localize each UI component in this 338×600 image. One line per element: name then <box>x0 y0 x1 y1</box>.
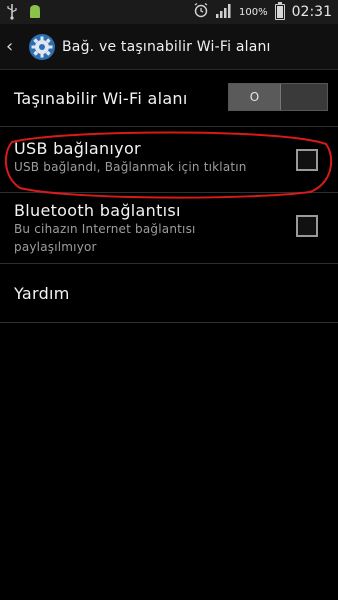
back-chevron-icon[interactable]: ‹ <box>6 37 26 56</box>
hotspot-toggle[interactable]: O <box>228 83 328 111</box>
usb-tethering-summary: USB bağlandı, Bağlanmak için tıklatın <box>14 160 247 174</box>
page-title: Bağ. ve taşınabilir Wi-Fi alanı <box>62 38 271 55</box>
clock-time: 02:31 <box>291 4 332 20</box>
alarm-icon <box>193 2 209 22</box>
usb-tethering-row[interactable]: USB bağlanıyor USB bağlandı, Bağlanmak i… <box>0 127 338 192</box>
help-row[interactable]: Yardım <box>0 264 338 322</box>
signal-icon <box>216 3 232 22</box>
status-right-icons: 100% 02:31 <box>193 2 332 22</box>
toggle-knob: O <box>229 84 281 110</box>
usb-tethering-checkbox[interactable] <box>296 149 318 171</box>
status-left-icons <box>6 4 193 20</box>
hotspot-label: Taşınabilir Wi-Fi alanı <box>14 88 188 108</box>
status-bar: 100% 02:31 <box>0 0 338 24</box>
action-bar: ‹ Bağ. ve taşınabilir Wi-Fi alanı <box>0 24 338 70</box>
bluetooth-tethering-checkbox[interactable] <box>296 215 318 237</box>
battery-percent: 100% <box>239 6 268 18</box>
gear-icon[interactable] <box>28 33 56 61</box>
divider <box>0 322 338 323</box>
settings-list: Taşınabilir Wi-Fi alanı O USB bağlanıyor… <box>0 70 338 323</box>
bluetooth-summary-line2: paylaşılmıyor <box>14 240 97 254</box>
battery-icon <box>274 2 285 20</box>
usb-icon <box>6 4 18 20</box>
android-icon <box>28 4 42 20</box>
hotspot-setting-row[interactable]: Taşınabilir Wi-Fi alanı O <box>0 70 338 126</box>
bluetooth-tethering-label: Bluetooth bağlantısı <box>14 201 181 220</box>
help-label: Yardım <box>14 283 70 303</box>
bluetooth-summary-line1: Bu cihazın Internet bağlantısı <box>14 222 196 236</box>
usb-tethering-label: USB bağlanıyor <box>14 139 141 158</box>
bluetooth-tethering-row[interactable]: Bluetooth bağlantısı Bu cihazın Internet… <box>0 193 338 263</box>
